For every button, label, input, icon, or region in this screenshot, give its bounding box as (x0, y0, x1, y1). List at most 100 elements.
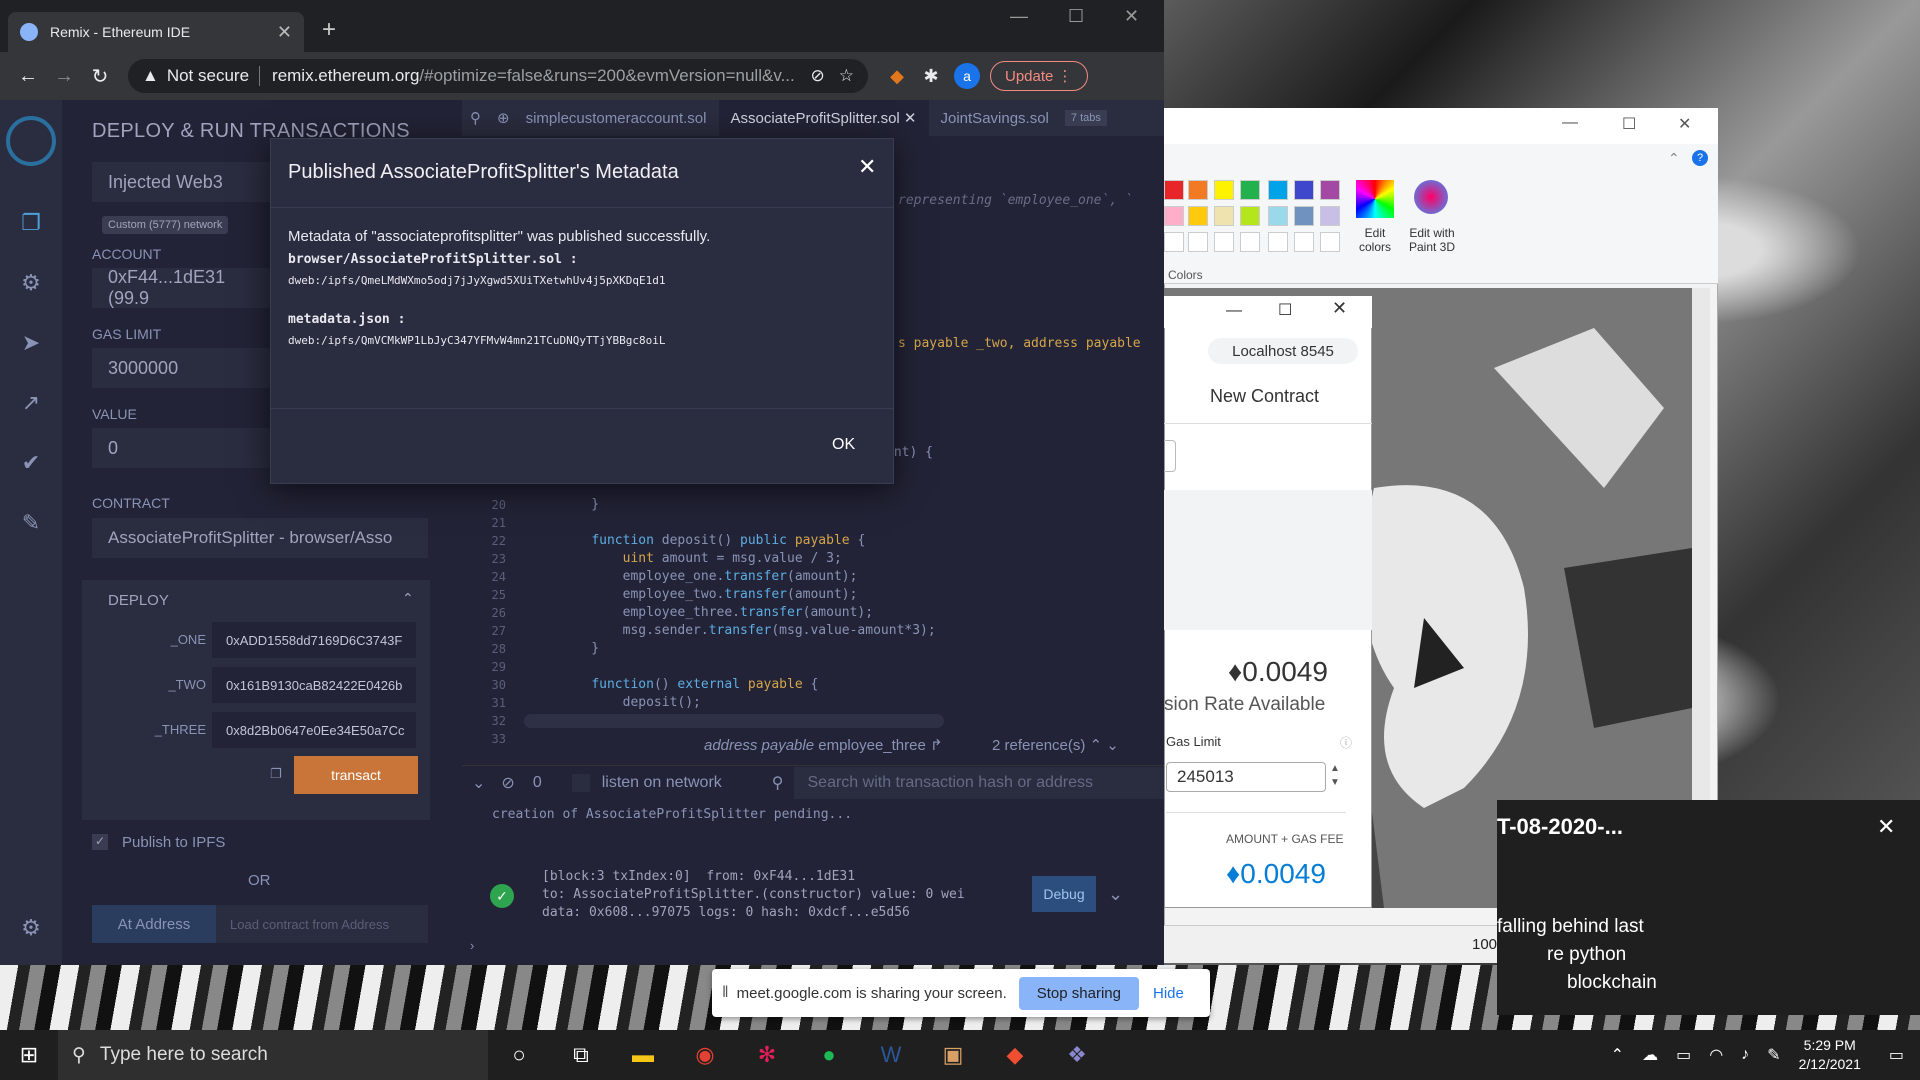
analysis-icon[interactable]: ↗ (18, 390, 44, 416)
mm-account-pill[interactable] (1164, 440, 1176, 472)
file-explorer-icon[interactable]: ❐ (18, 210, 44, 236)
color-swatch[interactable] (1320, 180, 1340, 200)
edit-colors-label[interactable]: Edit colors (1350, 226, 1400, 254)
color-swatch[interactable] (1214, 180, 1234, 200)
update-button[interactable]: Update ⋮ (990, 61, 1088, 91)
notification-toast[interactable]: T-08-2020-... ✕ falling behind last re p… (1497, 800, 1920, 1015)
color-swatch[interactable] (1188, 206, 1208, 226)
windows-start-icon[interactable]: ⊞ (0, 1030, 58, 1080)
file1-hash[interactable]: dweb:/ipfs/QmeLMdWXmo5odj7jJyXgwd5XUiTXe… (288, 274, 666, 287)
reload-icon[interactable]: ↻ (82, 64, 118, 89)
value-input[interactable]: 0 (92, 428, 272, 468)
mm-gas-limit-input[interactable]: 245013 (1166, 762, 1326, 792)
prompt-caret[interactable]: › (470, 938, 474, 953)
param-three-input[interactable]: 0x8d2Bb0647e0Ee34E50a7Cc (212, 712, 416, 748)
color-swatch[interactable] (1188, 232, 1208, 252)
color-swatch[interactable] (1164, 180, 1184, 200)
star-icon[interactable]: ☆ (839, 66, 854, 86)
collapse-chevron-icon[interactable]: ⌃ (402, 590, 414, 607)
edit-colors-icon[interactable] (1356, 180, 1394, 218)
color-swatch[interactable] (1188, 180, 1208, 200)
color-swatch[interactable] (1268, 206, 1288, 226)
mm-close-icon[interactable]: ✕ (1332, 298, 1347, 319)
paint-minimize-icon[interactable]: — (1562, 114, 1578, 132)
ok-button[interactable]: OK (832, 436, 855, 454)
hide-button[interactable]: Hide (1153, 985, 1184, 1002)
metamask-fox-icon[interactable]: ◆ (880, 66, 914, 87)
modal-close-icon[interactable]: ✕ (858, 154, 876, 180)
clock[interactable]: 5:29 PM 2/12/2021 (1799, 1036, 1861, 1074)
notification-close-icon[interactable]: ✕ (1877, 814, 1895, 840)
tray-chevron-icon[interactable]: ⌃ (1611, 1045, 1624, 1065)
network-pill[interactable]: Localhost 8545 (1208, 338, 1358, 364)
compiler-icon[interactable]: ⚙ (18, 270, 44, 296)
profile-avatar[interactable]: a (954, 63, 980, 89)
spotify-icon[interactable]: ● (798, 1030, 860, 1080)
forward-icon[interactable]: → (46, 65, 82, 88)
info-icon[interactable]: ⓘ (1340, 734, 1352, 751)
battery-icon[interactable]: ▭ (1676, 1045, 1691, 1065)
color-swatch[interactable] (1214, 232, 1234, 252)
debug-button[interactable]: Debug (1032, 876, 1096, 912)
color-swatch[interactable] (1240, 206, 1260, 226)
param-two-input[interactable]: 0x161B9130caB82422E0426b (212, 667, 416, 703)
color-swatch[interactable] (1268, 180, 1288, 200)
reference-count[interactable]: 2 reference(s) ⌃ ⌄ (992, 736, 1119, 754)
package-icon[interactable]: ▣ (922, 1030, 984, 1080)
environment-select[interactable]: Injected Web3 (92, 162, 272, 202)
color-swatch[interactable] (1294, 206, 1314, 226)
gas-limit-input[interactable]: 3000000 (92, 348, 272, 388)
account-select[interactable]: 0xF44...1dE31 (99.9 (92, 267, 272, 308)
color-swatch[interactable] (1320, 206, 1340, 226)
new-tab-icon[interactable]: + (322, 16, 336, 44)
color-swatch[interactable] (1294, 180, 1314, 200)
gas-stepper-icon[interactable]: ▲ ▼ (1330, 762, 1340, 790)
file2-hash[interactable]: dweb:/ipfs/QmVCMkWP1LbJyC347YFMvW4mn21TC… (288, 334, 666, 347)
paint3d-icon[interactable] (1414, 180, 1448, 214)
app-icon[interactable]: ❖ (1046, 1030, 1108, 1080)
git-icon[interactable]: ◆ (984, 1030, 1046, 1080)
color-swatch[interactable] (1240, 180, 1260, 200)
task-view-icon[interactable]: ⧉ (550, 1030, 612, 1080)
search-tx-input[interactable]: Search with transaction hash or address (793, 767, 1164, 799)
color-swatch[interactable] (1320, 232, 1340, 252)
contract-select[interactable]: AssociateProfitSplitter - browser/Asso (92, 518, 428, 558)
publish-ipfs-checkbox[interactable]: ✓ (92, 834, 108, 850)
taskbar-search[interactable]: ⚲ Type here to search (58, 1030, 488, 1080)
back-icon[interactable]: ← (10, 65, 46, 88)
browser-tab[interactable]: Remix - Ethereum IDE ✕ (8, 12, 304, 52)
tab-simplecustomeraccount[interactable]: simplecustomeraccount.sol (514, 110, 719, 127)
paint-close-icon[interactable]: ✕ (1678, 114, 1691, 134)
word-icon[interactable]: W (860, 1030, 922, 1080)
color-swatch[interactable] (1240, 232, 1260, 252)
collapse-terminal-icon[interactable]: ⌄ (472, 773, 485, 793)
color-swatch[interactable] (1214, 206, 1234, 226)
param-one-input[interactable]: 0xADD1558dd7169D6C3743F (212, 622, 416, 658)
color-swatch[interactable] (1294, 232, 1314, 252)
close-tab-icon[interactable]: ✕ (277, 22, 292, 43)
mm-minimize-icon[interactable]: — (1226, 302, 1242, 320)
search-icon[interactable]: ⚲ (462, 109, 493, 127)
file-explorer-taskbar-icon[interactable]: ▬ (612, 1030, 674, 1080)
color-swatch[interactable] (1164, 206, 1184, 226)
tab-jointsavings[interactable]: JointSavings.sol (929, 110, 1061, 127)
transact-button[interactable]: transact (294, 756, 418, 794)
eye-off-icon[interactable]: ⊘ (811, 66, 825, 86)
drag-handle-icon[interactable]: ‖ (722, 984, 729, 1002)
cortana-icon[interactable]: ○ (488, 1030, 550, 1080)
color-swatch[interactable] (1164, 232, 1184, 252)
tab-associateprofitsplitter[interactable]: AssociateProfitSplitter.sol ✕ (718, 100, 929, 136)
settings-gear-icon[interactable]: ⚙ (18, 915, 44, 941)
close-window-icon[interactable]: ✕ (1124, 6, 1139, 27)
paint-maximize-icon[interactable]: ☐ (1622, 114, 1636, 134)
expand-tx-icon[interactable]: ⌄ (1108, 884, 1123, 905)
minimize-icon[interactable]: — (1010, 6, 1028, 27)
wifi-icon[interactable]: ◠ (1709, 1045, 1723, 1065)
color-swatch[interactable] (1268, 232, 1288, 252)
slack-icon[interactable]: ✻ (736, 1030, 798, 1080)
plugin-wrench-icon[interactable]: ✎ (18, 510, 44, 536)
load-contract-input[interactable]: Load contract from Address (216, 905, 428, 943)
listen-checkbox[interactable] (571, 774, 590, 792)
zoom-icon[interactable]: ⊕ (493, 109, 514, 127)
at-address-button[interactable]: At Address (92, 905, 216, 943)
